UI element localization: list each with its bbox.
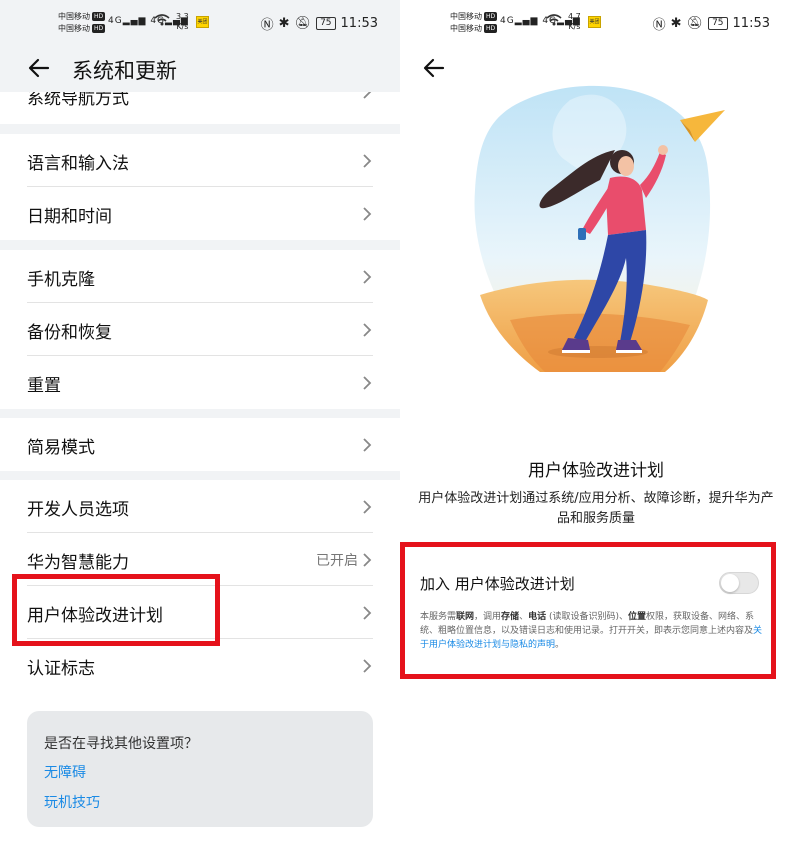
user-experience-program-screen: 中国移动 HD 中国移动 HD 4G▂▄▆ 4G▂▄▆ 4.7 K/s 美团 Ⓝ ✱…	[400, 0, 792, 854]
link-accessibility[interactable]: 无障碍	[44, 762, 86, 782]
back-arrow-icon[interactable]	[27, 56, 51, 80]
battery-icon: 75	[708, 17, 728, 30]
chevron-right-icon	[363, 376, 372, 390]
status-value: 已开启	[316, 553, 358, 569]
battery-icon: 75	[316, 17, 336, 30]
status-right: Ⓝ ✱ 🔕︎ 75 11:53	[261, 14, 378, 33]
back-arrow-icon[interactable]	[422, 56, 446, 80]
list-item-label: 备份和恢复	[27, 323, 112, 343]
list-item-label: 重置	[27, 376, 61, 396]
page-title: 系统和更新	[72, 59, 177, 83]
hd-badge: HD	[92, 12, 106, 21]
chevron-right-icon	[363, 438, 372, 452]
bluetooth-icon: ✱	[278, 16, 290, 31]
list-item-label: 开发人员选项	[27, 500, 129, 520]
highlight-box	[12, 574, 220, 646]
carrier-1: 中国移动	[450, 12, 482, 21]
chevron-right-icon	[363, 659, 372, 673]
link-tips[interactable]: 玩机技巧	[44, 792, 100, 812]
carrier-2: 中国移动	[450, 24, 482, 33]
app-notification-icon: 美团	[196, 16, 209, 28]
list-item-backup-restore[interactable]: 备份和恢复	[0, 303, 400, 356]
mute-icon: 🔕︎	[686, 16, 704, 31]
status-right: Ⓝ ✱ 🔕︎ 75 11:53	[653, 14, 770, 33]
chevron-right-icon	[363, 606, 372, 620]
app-bar: 系统和更新	[0, 46, 400, 92]
wifi-icon	[546, 14, 562, 29]
list-item-simple-mode[interactable]: 简易模式	[0, 418, 400, 471]
chevron-right-icon	[363, 270, 372, 284]
nfc-icon: Ⓝ	[652, 18, 666, 33]
program-title: 用户体验改进计划	[528, 461, 664, 481]
list-item-label: 日期和时间	[27, 207, 112, 227]
list-item-date-time[interactable]: 日期和时间	[0, 187, 400, 240]
status-bar: 中国移动 HD 中国移动 HD 4G▂▄▆ 4G▂▄▆ 4.7 K/s 美团 Ⓝ ✱…	[400, 0, 792, 46]
system-update-screen: 中国移动 HD 中国移动 HD 4G▂▄▆ 4G▂▄▆ 3.3 K/s 美团 Ⓝ ✱…	[0, 0, 400, 854]
network-type: 4G	[500, 16, 515, 26]
net-speed-unit: K/s	[176, 22, 189, 31]
carrier-1: 中国移动	[58, 12, 90, 21]
list-item-developer-options[interactable]: 开发人员选项	[0, 480, 400, 533]
chevron-right-icon	[363, 323, 372, 337]
mute-icon: 🔕︎	[294, 16, 312, 31]
chevron-right-icon	[363, 553, 372, 567]
hd-badge: HD	[92, 24, 106, 33]
settings-group-3: 简易模式	[0, 418, 400, 471]
carrier-info: 中国移动 HD 中国移动 HD	[58, 11, 106, 35]
bluetooth-icon: ✱	[670, 16, 682, 31]
chevron-right-icon	[363, 500, 372, 514]
status-bar: 中国移动 HD 中国移动 HD 4G▂▄▆ 4G▂▄▆ 3.3 K/s 美团 Ⓝ ✱…	[0, 0, 400, 46]
list-item-reset[interactable]: 重置	[0, 356, 400, 409]
chevron-right-icon	[363, 207, 372, 221]
wifi-icon	[154, 14, 170, 29]
list-item-phone-clone[interactable]: 手机克隆	[0, 250, 400, 303]
suggestion-question: 是否在寻找其他设置项？	[44, 736, 198, 752]
clock: 11:53	[340, 16, 378, 31]
list-item-label: 手机克隆	[27, 270, 95, 290]
hd-badge: HD	[484, 12, 498, 21]
list-item-system-navigation[interactable]: 系统导航方式	[0, 88, 400, 124]
list-item-certification-logos[interactable]: 认证标志	[0, 639, 400, 692]
net-speed-value: 3.3	[176, 12, 189, 21]
list-item-label: 语言和输入法	[27, 154, 129, 174]
hd-badge: HD	[484, 24, 498, 33]
carrier-2: 中国移动	[58, 24, 90, 33]
list-item-label: 认证标志	[27, 659, 95, 679]
net-speed: 4.7 K/s	[568, 12, 581, 32]
app-notification-icon: 美团	[588, 16, 601, 28]
list-item-language-input[interactable]: 语言和输入法	[0, 134, 400, 187]
clock: 11:53	[732, 16, 770, 31]
network-type: 4G	[108, 16, 123, 26]
list-item-label: 华为智慧能力	[27, 553, 129, 573]
settings-group-2: 手机克隆 备份和恢复 重置	[0, 250, 400, 409]
net-speed-unit: K/s	[568, 22, 581, 31]
net-speed-value: 4.7	[568, 12, 581, 21]
net-speed: 3.3 K/s	[176, 12, 189, 32]
highlight-box	[400, 542, 776, 679]
carrier-info: 中国移动 HD 中国移动 HD	[450, 11, 498, 35]
program-description: 用户体验改进计划通过系统/应用分析、故障诊断，提升华为产品和服务质量	[418, 491, 774, 526]
chevron-right-icon	[363, 154, 372, 168]
nfc-icon: Ⓝ	[260, 18, 274, 33]
suggestion-card: 是否在寻找其他设置项？ 无障碍 玩机技巧	[27, 711, 373, 827]
settings-group-1: 语言和输入法 日期和时间	[0, 134, 400, 240]
woman-paper-plane-illustration	[474, 85, 725, 372]
list-item-label: 简易模式	[27, 438, 95, 458]
